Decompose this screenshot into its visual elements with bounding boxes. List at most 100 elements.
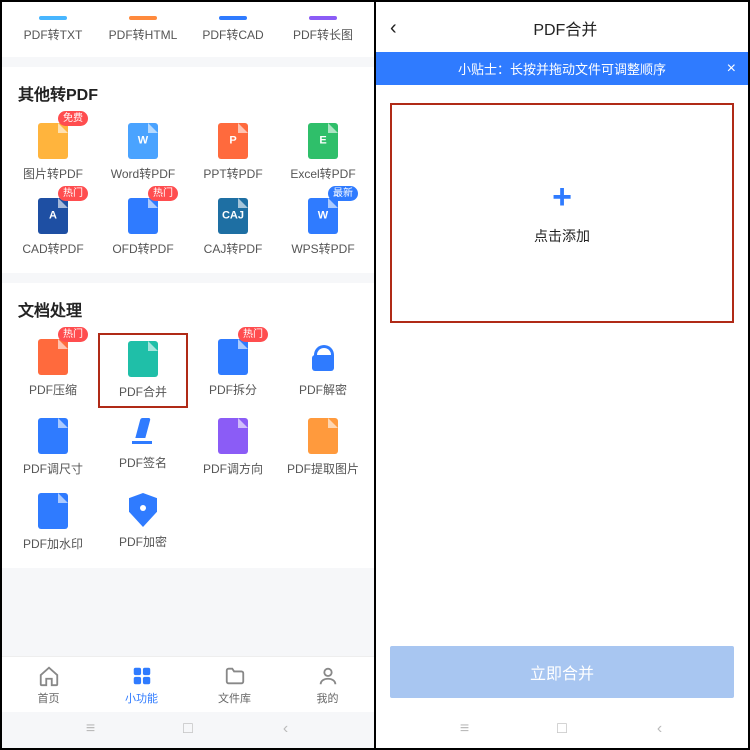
tool-item[interactable]: PDF合并: [98, 333, 188, 408]
convert-item[interactable]: PDF转长图: [278, 10, 368, 49]
tool-item[interactable]: PDF加水印: [8, 487, 98, 558]
back-button[interactable]: ‹: [277, 720, 295, 738]
file-icon: W: [128, 123, 158, 159]
file-icon: [218, 418, 248, 454]
tool-icon: [309, 16, 337, 20]
tool-item[interactable]: WWord转PDF: [98, 117, 188, 188]
tool-item[interactable]: PDF签名: [98, 412, 188, 483]
tool-label: PDF提取图片: [287, 460, 359, 477]
page-title: PDF合并: [397, 16, 734, 40]
convert-item[interactable]: PDF转CAD: [188, 10, 278, 49]
tool-item[interactable]: 图片转PDF免费: [8, 117, 98, 188]
merge-button[interactable]: 立即合并: [390, 646, 734, 698]
tool-label: PDF转CAD: [202, 26, 263, 43]
tool-item[interactable]: PDF压缩热门: [8, 333, 98, 408]
section-title-other-to-pdf: 其他转PDF: [2, 67, 374, 113]
tool-label: PDF拆分: [209, 381, 257, 398]
file-icon: E: [308, 123, 338, 159]
tool-item[interactable]: ACAD转PDF热门: [8, 192, 98, 263]
tool-item[interactable]: CAJCAJ转PDF: [188, 192, 278, 263]
recent-apps-button[interactable]: ≡: [82, 720, 100, 738]
tool-item[interactable]: PDF提取图片: [278, 412, 368, 483]
tool-item[interactable]: PDF解密: [278, 333, 368, 408]
android-nav-bar: ≡ □ ‹: [2, 712, 374, 748]
nav-user[interactable]: 我的: [281, 657, 374, 712]
convert-item[interactable]: PDF转TXT: [8, 10, 98, 49]
recent-apps-button[interactable]: ≡: [456, 720, 474, 738]
section-title-doc-process: 文档处理: [2, 283, 374, 329]
home-button[interactable]: □: [553, 720, 571, 738]
badge: 最新: [328, 186, 358, 201]
tool-item[interactable]: WWPS转PDF最新: [278, 192, 368, 263]
home-icon: [38, 665, 60, 687]
tool-label: 图片转PDF: [23, 165, 83, 182]
nav-home[interactable]: 首页: [2, 657, 95, 712]
section-gap: [2, 273, 374, 283]
tool-item[interactable]: PDF调方向: [188, 412, 278, 483]
file-icon: [38, 418, 68, 454]
tip-text: 小贴士：长按并拖动文件可调整顺序: [458, 59, 666, 78]
merge-header: ‹ PDF合并: [376, 2, 748, 52]
tool-label: PDF压缩: [29, 381, 77, 398]
back-icon[interactable]: ‹: [390, 17, 397, 40]
tool-label: PDF转TXT: [24, 26, 83, 43]
add-file-label: 点击添加: [534, 226, 590, 246]
file-icon: W: [308, 198, 338, 234]
pen-icon: [128, 418, 158, 448]
pdf-merge-screen: ‹ PDF合并 小贴士：长按并拖动文件可调整顺序 × + 点击添加 立即合并 ≡…: [376, 2, 748, 748]
spacer: [376, 323, 748, 646]
badge: 热门: [58, 186, 88, 201]
tool-item[interactable]: E Excel转PDF: [278, 117, 368, 188]
android-nav-bar: ≡ □ ‹: [376, 712, 748, 748]
nav-grid[interactable]: 小功能: [95, 657, 188, 712]
file-icon: [38, 123, 68, 159]
plus-icon: +: [552, 180, 572, 214]
tool-label: PDF转长图: [293, 26, 353, 43]
badge: 热门: [148, 186, 178, 201]
close-icon[interactable]: ×: [727, 60, 736, 78]
file-icon: [218, 339, 248, 375]
file-icon: [38, 493, 68, 529]
convert-item[interactable]: PDF转HTML: [98, 10, 188, 49]
back-button[interactable]: ‹: [651, 720, 669, 738]
tool-icon: [219, 16, 247, 20]
nav-label: 我的: [317, 690, 339, 706]
tool-label: PDF解密: [299, 381, 347, 398]
file-icon: [308, 418, 338, 454]
user-icon: [317, 665, 339, 687]
tool-label: PDF签名: [119, 454, 167, 471]
tool-label: WPS转PDF: [291, 240, 354, 257]
lock-icon: [308, 339, 338, 375]
tools-screen: PDF转TXT PDF转HTML PDF转CAD PDF转长图 其他转PDF 图片转P…: [2, 2, 376, 748]
tool-label: PDF加水印: [23, 535, 83, 552]
badge: 热门: [58, 327, 88, 342]
tool-label: PPT转PDF: [203, 165, 262, 182]
tool-label: CAD转PDF: [22, 240, 83, 257]
tool-label: Excel转PDF: [290, 165, 355, 182]
tip-bar: 小贴士：长按并拖动文件可调整顺序 ×: [376, 52, 748, 85]
doc-process-grid: PDF压缩热门PDF合并PDF拆分热门PDF解密PDF调尺寸PDF签名PDF调方…: [2, 329, 374, 568]
file-icon: [128, 198, 158, 234]
badge: 热门: [238, 327, 268, 342]
file-icon: [128, 341, 158, 377]
tool-label: PDF加密: [119, 533, 167, 550]
tool-item[interactable]: PDF加密: [98, 487, 188, 558]
file-icon: P: [218, 123, 248, 159]
nav-label: 小功能: [125, 690, 158, 706]
tool-item[interactable]: P PPT转PDF: [188, 117, 278, 188]
folder-icon: [224, 665, 246, 687]
tool-item[interactable]: PDF拆分热门: [188, 333, 278, 408]
bottom-nav: 首页小功能 文件库我的: [2, 656, 374, 712]
home-button[interactable]: □: [179, 720, 197, 738]
section-gap: [2, 57, 374, 67]
tool-label: PDF调方向: [203, 460, 263, 477]
tool-item[interactable]: PDF调尺寸: [8, 412, 98, 483]
tool-item[interactable]: OFD转PDF热门: [98, 192, 188, 263]
tools-scroll[interactable]: PDF转TXT PDF转HTML PDF转CAD PDF转长图 其他转PDF 图片转P…: [2, 2, 374, 656]
tool-label: OFD转PDF: [112, 240, 173, 257]
tool-label: PDF合并: [119, 383, 167, 400]
tool-icon: [129, 16, 157, 20]
add-file-box[interactable]: + 点击添加: [390, 103, 734, 323]
nav-folder[interactable]: 文件库: [188, 657, 281, 712]
file-icon: A: [38, 198, 68, 234]
